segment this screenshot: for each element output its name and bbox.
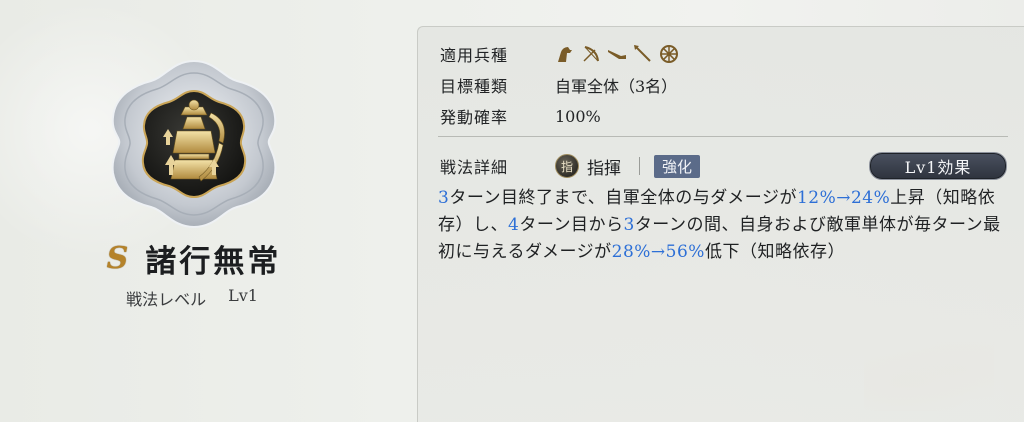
target-label: 目標種類: [440, 77, 509, 96]
rate-value: 100%: [555, 106, 601, 126]
panel-divider: [438, 136, 1008, 137]
gun-icon: [608, 50, 626, 59]
bow-icon: [583, 46, 599, 62]
target-value: 自軍全体（3名）: [555, 77, 678, 96]
skill-level-value: Lv1: [228, 286, 258, 305]
enhance-tag[interactable]: 強化: [654, 154, 701, 178]
command-type-icon: 指: [555, 154, 579, 178]
rate-row: 発動確率 100%: [440, 104, 601, 128]
troop-row: 適用兵種: [440, 42, 679, 66]
skill-level-label: 戦法レベル: [126, 290, 207, 309]
skill-emblem: [105, 55, 283, 233]
samurai-armor-emblem-icon: [111, 59, 277, 229]
skill-detail-panel: 適用兵種 目標種類 自軍全体（3名） 発動確率 100% 戦法詳細 指 指揮 強…: [417, 26, 1024, 422]
level-effect-button[interactable]: Lv1効果: [869, 152, 1007, 180]
target-row: 目標種類 自軍全体（3名）: [440, 73, 677, 97]
detail-header: 戦法詳細 指 指揮 強化 Lv1効果: [440, 152, 1015, 180]
description-text: ターン目から: [519, 215, 624, 235]
troop-icons: [555, 44, 679, 64]
description-text: ターン目終了まで、自軍全体の与ダメージが: [449, 188, 797, 208]
description-text: 低下（知略依存）: [704, 242, 845, 262]
skill-description: 3ターン目終了まで、自軍全体の与ダメージが12%→24%上昇（知略依存）し、4タ…: [438, 185, 1018, 266]
cavalry-icon: [558, 47, 572, 62]
skill-type-label: 指揮: [587, 158, 621, 179]
skill-name: 諸行無常: [145, 243, 282, 280]
skill-level-row: 戦法レベル Lv1: [102, 286, 282, 310]
header-separator: [639, 157, 640, 175]
description-highlight: 3: [438, 188, 450, 208]
troop-label: 適用兵種: [440, 46, 509, 65]
description-highlight: 3: [623, 215, 635, 235]
skill-title: S 諸行無常: [98, 238, 290, 280]
skill-grade: S: [106, 240, 132, 276]
description-highlight: 4: [508, 215, 520, 235]
detail-label: 戦法詳細: [440, 158, 509, 177]
spear-icon: [634, 45, 651, 62]
rate-label: 発動確率: [440, 108, 509, 127]
siege-wheel-icon: [660, 45, 678, 63]
description-highlight: 12%→24%: [796, 188, 891, 208]
description-highlight: 28%→56%: [611, 242, 705, 262]
